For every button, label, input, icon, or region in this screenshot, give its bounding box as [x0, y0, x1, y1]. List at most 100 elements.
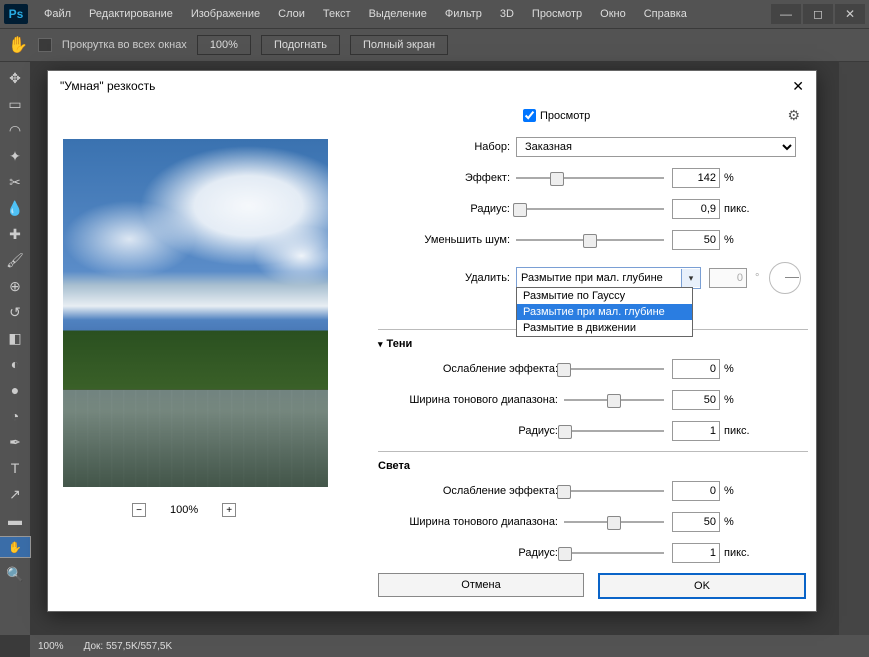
amount-label: Эффект: [378, 172, 516, 184]
zoom-out-button[interactable]: − [132, 503, 146, 517]
noise-input[interactable] [672, 230, 720, 250]
remove-dropdown: Размытие по Гауссу Размытие при мал. глу… [516, 287, 693, 337]
menu-view[interactable]: Просмотр [524, 4, 590, 24]
remove-select[interactable]: Размытие при мал. глубине▾ [516, 267, 701, 289]
maximize-button[interactable]: ◻ [803, 4, 833, 24]
zoom-tool[interactable]: 🔍 [4, 564, 26, 584]
shadow-tonal-label: Ширина тонового диапазона: [378, 394, 564, 406]
brush-tool[interactable]: 🖌 [4, 250, 26, 270]
shadow-tonal-slider[interactable] [564, 392, 664, 408]
stamp-tool[interactable]: ⊕ [4, 276, 26, 296]
pen-tool[interactable]: ✒ [4, 432, 26, 452]
shadow-tonal-input[interactable] [672, 390, 720, 410]
radius-input[interactable] [672, 199, 720, 219]
heal-tool[interactable]: ✚ [4, 224, 26, 244]
remove-option-gaussian[interactable]: Размытие по Гауссу [517, 288, 692, 304]
marquee-tool[interactable]: ▭ [4, 94, 26, 114]
app-logo: Ps [4, 4, 28, 24]
lasso-tool[interactable]: ◠ [4, 120, 26, 140]
hl-radius-slider[interactable] [564, 545, 664, 561]
shadows-toggle-icon[interactable]: ▾ [378, 339, 383, 350]
shadow-fade-label: Ослабление эффекта: [378, 363, 564, 375]
noise-slider[interactable] [516, 232, 664, 248]
zoom-in-button[interactable]: + [222, 503, 236, 517]
eyedropper-tool[interactable]: 💧 [4, 198, 26, 218]
noise-label: Уменьшить шум: [378, 234, 516, 246]
status-doc: Док: 557,5K/557,5K [84, 641, 173, 652]
shadow-radius-slider[interactable] [564, 423, 664, 439]
shadow-fade-slider[interactable] [564, 361, 664, 377]
highlights-heading: Света [378, 460, 410, 472]
shadow-fade-input[interactable] [672, 359, 720, 379]
angle-dial [769, 262, 801, 294]
hand-tool-icon: ✋ [8, 35, 28, 55]
dialog-title: "Умная" резкость [60, 79, 155, 93]
shadow-radius-label: Радиус: [378, 425, 564, 437]
fullscreen-button[interactable]: Полный экран [350, 35, 448, 55]
scroll-all-label: Прокрутка во всех окнах [62, 39, 187, 51]
move-tool[interactable]: ✥ [4, 68, 26, 88]
type-tool[interactable]: T [4, 458, 26, 478]
preset-label: Набор: [378, 141, 516, 153]
noise-unit: % [724, 234, 734, 246]
hl-fade-label: Ослабление эффекта: [378, 485, 564, 497]
history-brush-tool[interactable]: ↺ [4, 302, 26, 322]
shadows-heading: Тени [387, 338, 413, 350]
preview-checkbox[interactable] [523, 109, 536, 122]
angle-unit: ° [755, 272, 759, 284]
amount-unit: % [724, 172, 734, 184]
close-window-button[interactable]: ✕ [835, 4, 865, 24]
hl-tonal-input[interactable] [672, 512, 720, 532]
angle-input [709, 268, 747, 288]
hl-radius-label: Радиус: [378, 547, 564, 559]
shape-tool[interactable]: ▬ [4, 510, 26, 530]
menu-file[interactable]: Файл [36, 4, 79, 24]
remove-label: Удалить: [378, 272, 516, 284]
ok-button[interactable]: OK [598, 573, 806, 599]
preview-image [63, 139, 328, 487]
amount-slider[interactable] [516, 170, 664, 186]
preview-label: Просмотр [540, 110, 590, 122]
fit-button[interactable]: Подогнать [261, 35, 340, 55]
wand-tool[interactable]: ✦ [4, 146, 26, 166]
cancel-button[interactable]: Отмена [378, 573, 584, 597]
radius-label: Радиус: [378, 203, 516, 215]
panels-strip [839, 62, 869, 635]
settings-gear-icon[interactable]: ⚙ [787, 107, 800, 124]
shadow-radius-input[interactable] [672, 421, 720, 441]
blur-tool[interactable]: ● [4, 380, 26, 400]
zoom-100-button[interactable]: 100% [197, 35, 251, 55]
preset-select[interactable]: Заказная [516, 137, 796, 157]
menu-layer[interactable]: Слои [270, 4, 313, 24]
dodge-tool[interactable]: ◔ [4, 406, 26, 426]
hl-fade-slider[interactable] [564, 483, 664, 499]
remove-option-lens[interactable]: Размытие при мал. глубине [517, 304, 692, 320]
path-tool[interactable]: ↗ [4, 484, 26, 504]
dialog-close-button[interactable]: ✕ [792, 78, 804, 95]
menu-window[interactable]: Окно [592, 4, 634, 24]
tools-panel: ✥ ▭ ◠ ✦ ✂ 💧 ✚ 🖌 ⊕ ↺ ◧ ◐ ● ◔ ✒ T ↗ ▬ ✋ 🔍 [0, 62, 30, 635]
radius-slider[interactable] [516, 201, 664, 217]
amount-input[interactable] [672, 168, 720, 188]
menu-type[interactable]: Текст [315, 4, 359, 24]
hl-radius-input[interactable] [672, 543, 720, 563]
gradient-tool[interactable]: ◐ [4, 354, 26, 374]
hl-tonal-slider[interactable] [564, 514, 664, 530]
status-zoom: 100% [38, 641, 64, 652]
crop-tool[interactable]: ✂ [4, 172, 26, 192]
hand-tool[interactable]: ✋ [0, 536, 31, 558]
menu-filter[interactable]: Фильтр [437, 4, 490, 24]
scroll-all-checkbox[interactable] [38, 38, 52, 52]
menu-select[interactable]: Выделение [361, 4, 435, 24]
menu-edit[interactable]: Редактирование [81, 4, 181, 24]
smart-sharpen-dialog: "Умная" резкость ✕ − 100% + Просмотр ⚙ Н… [47, 70, 817, 612]
eraser-tool[interactable]: ◧ [4, 328, 26, 348]
hl-fade-input[interactable] [672, 481, 720, 501]
menu-3d[interactable]: 3D [492, 4, 522, 24]
menu-help[interactable]: Справка [636, 4, 695, 24]
menu-image[interactable]: Изображение [183, 4, 268, 24]
minimize-button[interactable]: — [771, 4, 801, 24]
hl-tonal-label: Ширина тонового диапазона: [378, 516, 564, 528]
remove-option-motion[interactable]: Размытие в движении [517, 320, 692, 336]
zoom-value: 100% [170, 504, 198, 516]
